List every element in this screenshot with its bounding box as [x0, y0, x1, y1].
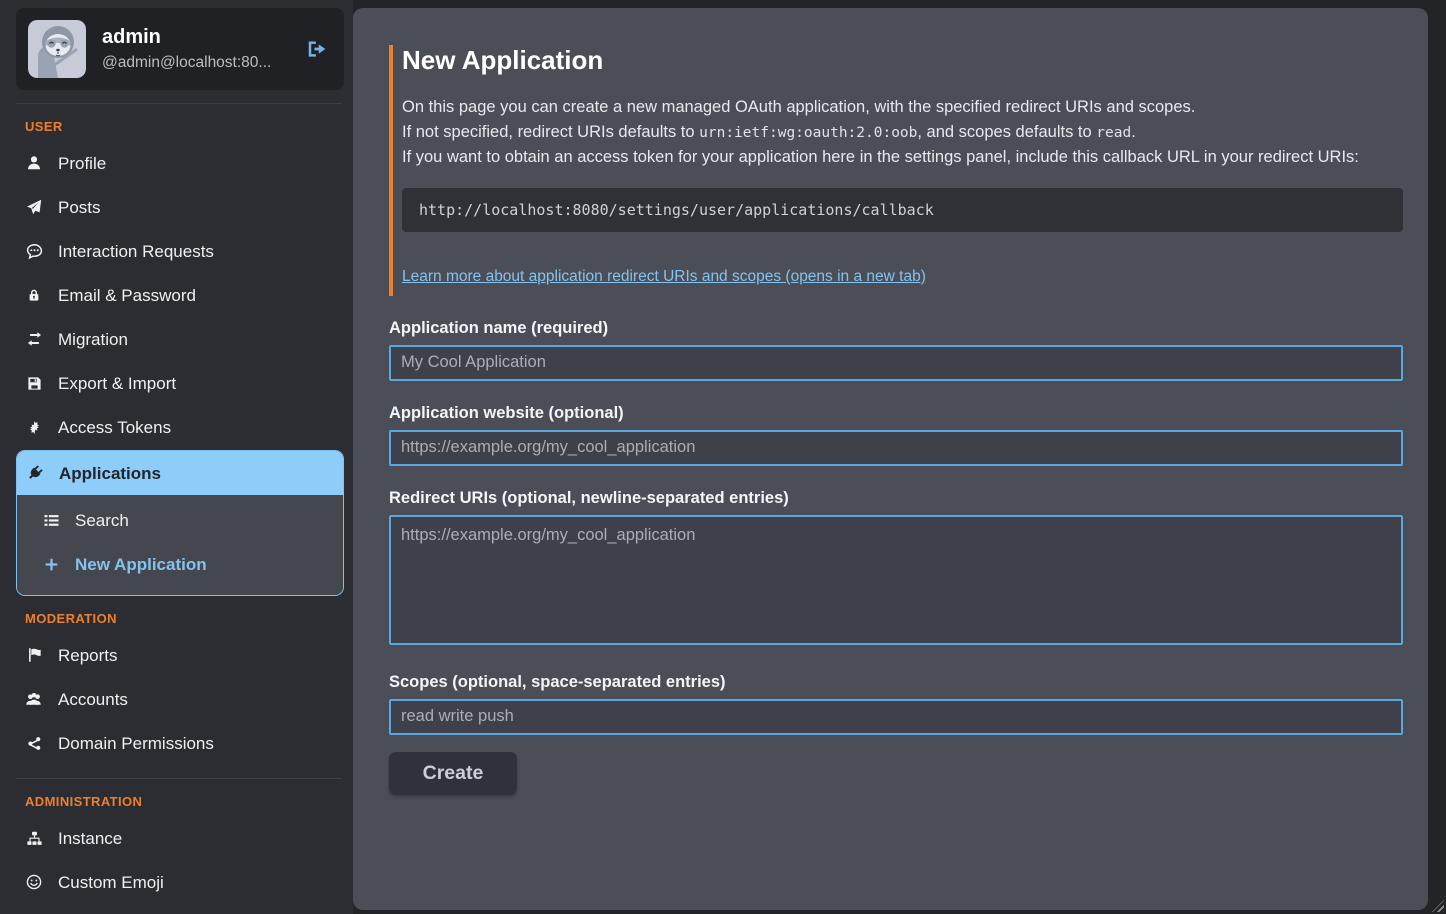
sidebar-item-reports[interactable]: Reports: [16, 633, 344, 677]
redirect-uris-textarea[interactable]: [389, 515, 1403, 645]
sidebar-item-label: Applications: [59, 463, 161, 484]
sidebar-item-label: Domain Permissions: [58, 733, 214, 754]
intro-line2-text: If not specified, redirect URIs defaults…: [402, 123, 699, 141]
sidebar-divider: [16, 103, 342, 104]
flag-icon: [25, 647, 43, 663]
sidebar-item-custom-emoji[interactable]: Custom Emoji: [16, 860, 344, 904]
sidebar-item-export-import[interactable]: Export & Import: [16, 361, 344, 405]
settings-sidebar: admin @admin@localhost:80... USER Profil…: [0, 0, 353, 914]
logout-icon[interactable]: [306, 38, 332, 60]
sidebar-item-label: Export & Import: [58, 373, 176, 394]
intro-line2: If not specified, redirect URIs defaults…: [402, 120, 1403, 146]
sidebar-item-label: Posts: [58, 197, 101, 218]
new-application-form: Application name (required) Application …: [389, 319, 1403, 795]
sidebar-item-posts[interactable]: Posts: [16, 185, 344, 229]
paper-plane-icon: [25, 199, 43, 215]
learn-more-link[interactable]: Learn more about application redirect UR…: [402, 268, 926, 286]
intro-line3: If you want to obtain an access token fo…: [402, 145, 1403, 170]
right-left-arrows-icon: [25, 331, 43, 347]
sidebar-item-interaction-requests[interactable]: Interaction Requests: [16, 229, 344, 273]
application-website-input[interactable]: [389, 430, 1403, 466]
submenu-item-label: New Application: [75, 554, 207, 575]
sidebar-item-email-password[interactable]: Email & Password: [16, 273, 344, 317]
plug-icon: [26, 465, 44, 481]
intro-line2-text: .: [1131, 123, 1136, 141]
submenu-item-label: Search: [75, 510, 129, 531]
sidebar-item-label: Reports: [58, 645, 118, 666]
sidebar-item-access-tokens[interactable]: Access Tokens: [16, 405, 344, 449]
intro-line2-text: , and scopes defaults to: [917, 123, 1096, 141]
intro-line1: On this page you can create a new manage…: [402, 95, 1403, 120]
user-info: admin @admin@localhost:80...: [102, 26, 271, 72]
plus-icon: [42, 557, 60, 572]
share-nodes-icon: [25, 736, 43, 751]
sidebar-item-profile[interactable]: Profile: [16, 141, 344, 185]
inline-code-oob: urn:ietf:wg:oauth:2.0:oob: [699, 125, 917, 141]
sidebar-item-actions[interactable]: Actions: [16, 904, 344, 914]
scopes-label: Scopes (optional, space-separated entrie…: [389, 673, 1403, 692]
application-name-input[interactable]: [389, 345, 1403, 381]
sidebar-divider: [16, 778, 342, 779]
sidebar-item-applications[interactable]: Applications: [17, 451, 343, 495]
lock-icon: [25, 287, 43, 303]
avatar: [28, 20, 86, 78]
list-icon: [42, 513, 60, 528]
sidebar-item-label: Instance: [58, 828, 122, 849]
sidebar-item-accounts[interactable]: Accounts: [16, 677, 344, 721]
submenu-item-new-application[interactable]: New Application: [17, 542, 343, 586]
sidebar-item-instance[interactable]: Instance: [16, 816, 344, 860]
face-smile-icon: [25, 874, 43, 890]
certificate-icon: [25, 420, 43, 435]
user-handle: @admin@localhost:80...: [102, 54, 271, 72]
section-header-administration: ADMINISTRATION: [25, 794, 344, 809]
scopes-input[interactable]: [389, 699, 1403, 735]
create-button[interactable]: Create: [389, 752, 517, 795]
user-card[interactable]: admin @admin@localhost:80...: [16, 8, 344, 90]
user-icon: [25, 155, 43, 171]
inline-code-read: read: [1096, 125, 1131, 141]
sidebar-item-domain-permissions[interactable]: Domain Permissions: [16, 721, 344, 765]
sidebar-item-label: Accounts: [58, 689, 128, 710]
sidebar-item-label: Migration: [58, 329, 128, 350]
redirect-uris-label: Redirect URIs (optional, newline-separat…: [389, 489, 1403, 508]
settings-main-panel: New Application On this page you can cre…: [353, 8, 1428, 910]
sidebar-item-migration[interactable]: Migration: [16, 317, 344, 361]
applications-submenu: Search New Application: [17, 495, 343, 595]
submenu-item-search[interactable]: Search: [17, 498, 343, 542]
section-header-moderation: MODERATION: [25, 611, 344, 626]
sidebar-item-label: Email & Password: [58, 285, 196, 306]
sidebar-item-label: Interaction Requests: [58, 241, 214, 262]
sidebar-item-label: Custom Emoji: [58, 872, 164, 893]
username: admin: [102, 26, 271, 49]
window-resize-grip[interactable]: [1432, 900, 1444, 912]
sitemap-icon: [25, 831, 43, 846]
users-icon: [25, 692, 43, 707]
page-title: New Application: [402, 45, 1403, 76]
application-website-label: Application website (optional): [389, 404, 1403, 423]
section-header-user: USER: [25, 119, 344, 134]
applications-group: Applications Search New Application: [16, 450, 344, 596]
callback-url-box: http://localhost:8080/settings/user/appl…: [402, 188, 1403, 232]
sidebar-item-label: Access Tokens: [58, 417, 171, 438]
application-name-label: Application name (required): [389, 319, 1403, 338]
sidebar-item-label: Profile: [58, 153, 106, 174]
new-application-intro: New Application On this page you can cre…: [389, 45, 1403, 296]
comment-dots-icon: [25, 243, 43, 260]
floppy-disk-icon: [25, 376, 43, 391]
